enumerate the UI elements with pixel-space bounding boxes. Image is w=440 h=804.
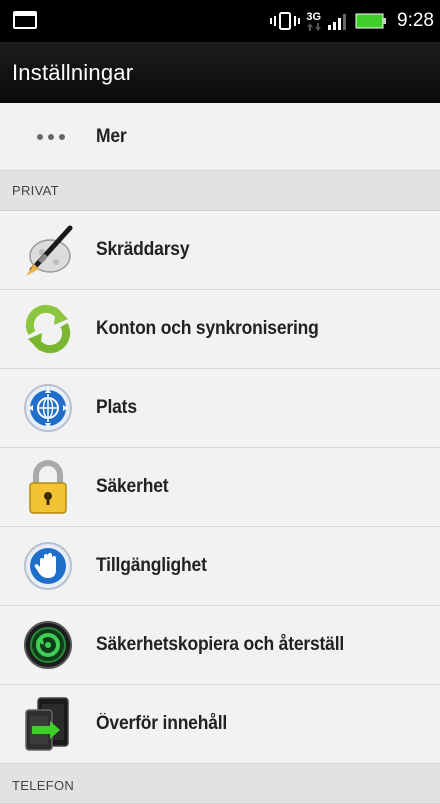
settings-item-transfer-content[interactable]: Överför innehåll (0, 685, 440, 764)
transfer-icon (18, 694, 78, 754)
settings-item-label: Plats (96, 397, 137, 418)
section-header-privat: PRIVAT (0, 171, 440, 211)
settings-item-security[interactable]: Säkerhet (0, 448, 440, 527)
settings-item-label: Säkerhetskopiera och återställ (96, 634, 345, 655)
vibrate-icon (270, 12, 301, 30)
settings-item-label: Konton och synkronisering (96, 318, 319, 339)
network-type-label: 3G (306, 10, 322, 23)
page-title: Inställningar (12, 59, 134, 85)
network-type-indicator: 3G (306, 10, 322, 31)
section-label: PRIVAT (12, 183, 59, 198)
settings-item-accounts-sync[interactable]: Konton och synkronisering (0, 290, 440, 369)
settings-item-accessibility[interactable]: Tillgänglighet (0, 527, 440, 606)
sync-icon (18, 299, 78, 359)
settings-item-label: Skräddarsy (96, 239, 190, 260)
settings-item-backup-reset[interactable]: Säkerhetskopiera och återställ (0, 606, 440, 685)
settings-item-personalize[interactable]: Skräddarsy (0, 211, 440, 290)
notification-icon[interactable] (13, 11, 37, 29)
hand-icon (18, 536, 78, 596)
signal-strength-icon (328, 14, 347, 30)
more-dots-icon (37, 133, 65, 140)
more-row-label: Mer (96, 125, 127, 147)
paintbrush-icon (18, 220, 78, 280)
section-label: TELEFON (12, 778, 75, 793)
clock: 9:28 (397, 10, 434, 31)
status-bar: 3G 9:28 (0, 0, 440, 42)
settings-item-location[interactable]: Plats (0, 369, 440, 448)
settings-item-label: Överför innehåll (96, 713, 228, 734)
more-row[interactable]: Mer (0, 103, 440, 171)
section-header-telefon: TELEFON (0, 764, 440, 804)
app-bar: Inställningar (0, 42, 440, 103)
globe-icon (18, 378, 78, 438)
backup-icon (18, 615, 78, 675)
padlock-icon (18, 457, 78, 517)
battery-icon (355, 13, 387, 29)
settings-item-label: Säkerhet (96, 476, 169, 497)
settings-item-label: Tillgänglighet (96, 555, 207, 576)
data-arrows-icon (306, 22, 321, 31)
